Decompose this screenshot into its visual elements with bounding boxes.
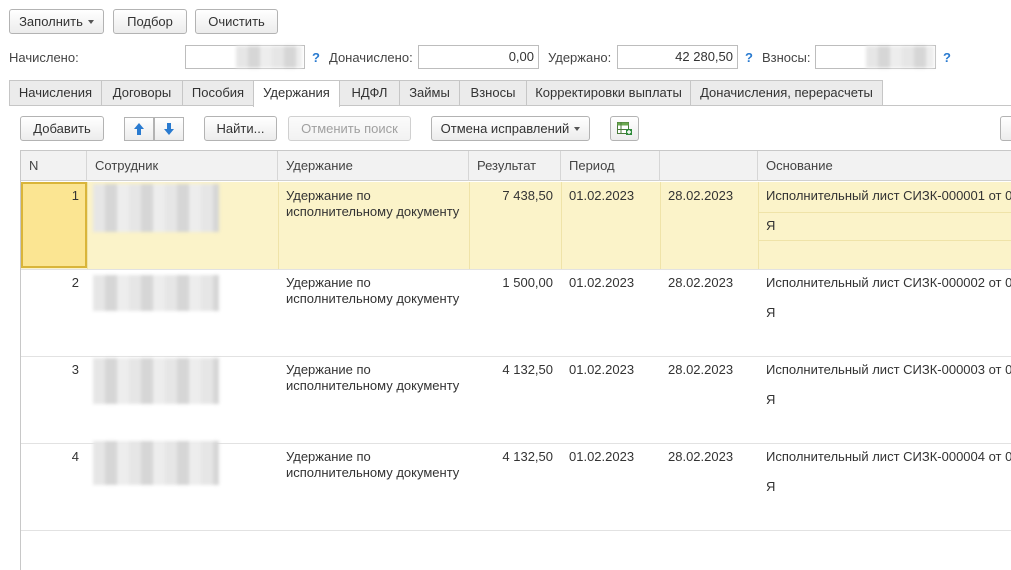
accrued-label: Начислено: bbox=[9, 50, 79, 65]
tab-loans[interactable]: Займы bbox=[399, 80, 460, 105]
chevron-down-icon bbox=[87, 19, 94, 24]
help-icon[interactable]: ? bbox=[745, 50, 753, 65]
row-number: 2 bbox=[71, 275, 79, 290]
period-from-cell: 01.02.2023 bbox=[569, 275, 635, 290]
table-row[interactable]: 3 Удержание по исполнительному документу… bbox=[21, 356, 1011, 444]
table-row[interactable]: 1 Удержание по исполнительному документу… bbox=[21, 182, 1011, 270]
basis-sub: Я bbox=[766, 218, 776, 233]
tab-recalculations[interactable]: Доначисления, перерасчеты bbox=[690, 80, 883, 105]
extra-accrued-label: Доначислено: bbox=[329, 50, 413, 65]
redacted-employee bbox=[93, 184, 219, 232]
fill-button[interactable]: Заполнить bbox=[9, 9, 104, 34]
tab-contracts[interactable]: Договоры bbox=[101, 80, 183, 105]
period-from-cell: 01.02.2023 bbox=[569, 362, 635, 377]
basis-text: Исполнительный лист СИЗК-000003 от 01 bbox=[766, 362, 1011, 377]
table-row[interactable]: 4 Удержание по исполнительному документу… bbox=[21, 441, 1011, 531]
find-button[interactable]: Найти... bbox=[204, 116, 277, 141]
basis-text: Исполнительный лист СИЗК-000002 от 01 bbox=[766, 275, 1011, 290]
period-to-cell: 28.02.2023 bbox=[668, 362, 734, 377]
deductions-table: N Сотрудник Удержание Результат Период О… bbox=[20, 150, 1011, 570]
result-cell: 1 500,00 bbox=[502, 275, 553, 290]
extra-accrued-field[interactable]: 0,00 bbox=[418, 45, 539, 69]
tab-deductions[interactable]: Удержания bbox=[253, 80, 340, 107]
pick-button[interactable]: Подбор bbox=[113, 9, 187, 34]
table-row[interactable]: 2 Удержание по исполнительному документу… bbox=[21, 269, 1011, 357]
basis-sub: Я bbox=[766, 392, 776, 407]
result-cell: 4 132,50 bbox=[502, 449, 553, 464]
tab-benefits[interactable]: Пособия bbox=[182, 80, 254, 105]
basis-cell: Исполнительный лист СИЗК-000004 от 01 Я bbox=[758, 443, 1011, 530]
basis-cell: Исполнительный лист СИЗК-000001 от 01 Я bbox=[758, 182, 1011, 269]
period-from-cell: 01.02.2023 bbox=[569, 188, 635, 203]
basis-cell: Исполнительный лист СИЗК-000003 от 01 Я bbox=[758, 356, 1011, 443]
redacted-value bbox=[866, 46, 934, 68]
redacted-employee bbox=[93, 275, 219, 311]
deduction-cell: Удержание по исполнительному документу bbox=[286, 449, 460, 480]
basis-text: Исполнительный лист СИЗК-000001 от 01 bbox=[766, 188, 1011, 203]
period-from-cell: 01.02.2023 bbox=[569, 449, 635, 464]
period-to-cell: 28.02.2023 bbox=[668, 275, 734, 290]
column-header-n[interactable]: N bbox=[21, 151, 87, 181]
chevron-down-icon bbox=[574, 126, 581, 131]
tab-contributions[interactable]: Взносы bbox=[459, 80, 527, 105]
column-header-deduction[interactable]: Удержание bbox=[278, 151, 469, 181]
row-number: 3 bbox=[71, 362, 79, 377]
tab-accruals[interactable]: Начисления bbox=[9, 80, 102, 105]
deduction-cell: Удержание по исполнительному документу bbox=[286, 362, 460, 393]
column-header-basis[interactable]: Основание bbox=[758, 151, 1011, 181]
column-header-result[interactable]: Результат bbox=[469, 151, 561, 181]
arrow-up-icon bbox=[134, 123, 144, 135]
redacted-value bbox=[236, 46, 302, 68]
tab-payment-corrections[interactable]: Корректировки выплаты bbox=[526, 80, 691, 105]
column-header-period-end[interactable] bbox=[660, 151, 758, 181]
contributions-label: Взносы: bbox=[762, 50, 811, 65]
table-settings-button[interactable] bbox=[610, 116, 639, 141]
help-icon[interactable]: ? bbox=[943, 50, 951, 65]
redacted-employee bbox=[93, 358, 219, 404]
result-cell: 7 438,50 bbox=[502, 188, 553, 203]
withheld-field[interactable]: 42 280,50 bbox=[617, 45, 738, 69]
basis-cell: Исполнительный лист СИЗК-000002 от 01 Я bbox=[758, 269, 1011, 356]
redacted-employee bbox=[93, 441, 219, 485]
tab-bar-line bbox=[9, 105, 1011, 106]
clear-button[interactable]: Очистить bbox=[195, 9, 278, 34]
fill-button-label: Заполнить bbox=[19, 14, 83, 29]
cancel-search-button[interactable]: Отменить поиск bbox=[288, 116, 411, 141]
period-to-cell: 28.02.2023 bbox=[668, 188, 734, 203]
deduction-cell: Удержание по исполнительному документу bbox=[286, 188, 460, 219]
withheld-label: Удержано: bbox=[548, 50, 612, 65]
arrow-down-icon bbox=[164, 123, 174, 135]
deduction-cell: Удержание по исполнительному документу bbox=[286, 275, 460, 306]
cancel-fixes-button[interactable]: Отмена исправлений bbox=[431, 116, 590, 141]
move-down-button[interactable] bbox=[154, 117, 184, 141]
basis-sub: Я bbox=[766, 479, 776, 494]
tab-ndfl[interactable]: НДФЛ bbox=[339, 80, 400, 105]
basis-sub: Я bbox=[766, 305, 776, 320]
result-cell: 4 132,50 bbox=[502, 362, 553, 377]
table-settings-icon bbox=[617, 122, 632, 135]
basis-text: Исполнительный лист СИЗК-000004 от 01 bbox=[766, 449, 1011, 464]
more-button[interactable] bbox=[1000, 116, 1011, 141]
period-to-cell: 28.02.2023 bbox=[668, 449, 734, 464]
move-up-button[interactable] bbox=[124, 117, 154, 141]
help-icon[interactable]: ? bbox=[312, 50, 320, 65]
cancel-fixes-label: Отмена исправлений bbox=[440, 121, 570, 136]
column-header-period[interactable]: Период bbox=[561, 151, 660, 181]
add-button[interactable]: Добавить bbox=[20, 116, 104, 141]
row-number: 1 bbox=[71, 188, 79, 203]
row-number: 4 bbox=[71, 449, 79, 464]
column-header-employee[interactable]: Сотрудник bbox=[87, 151, 278, 181]
